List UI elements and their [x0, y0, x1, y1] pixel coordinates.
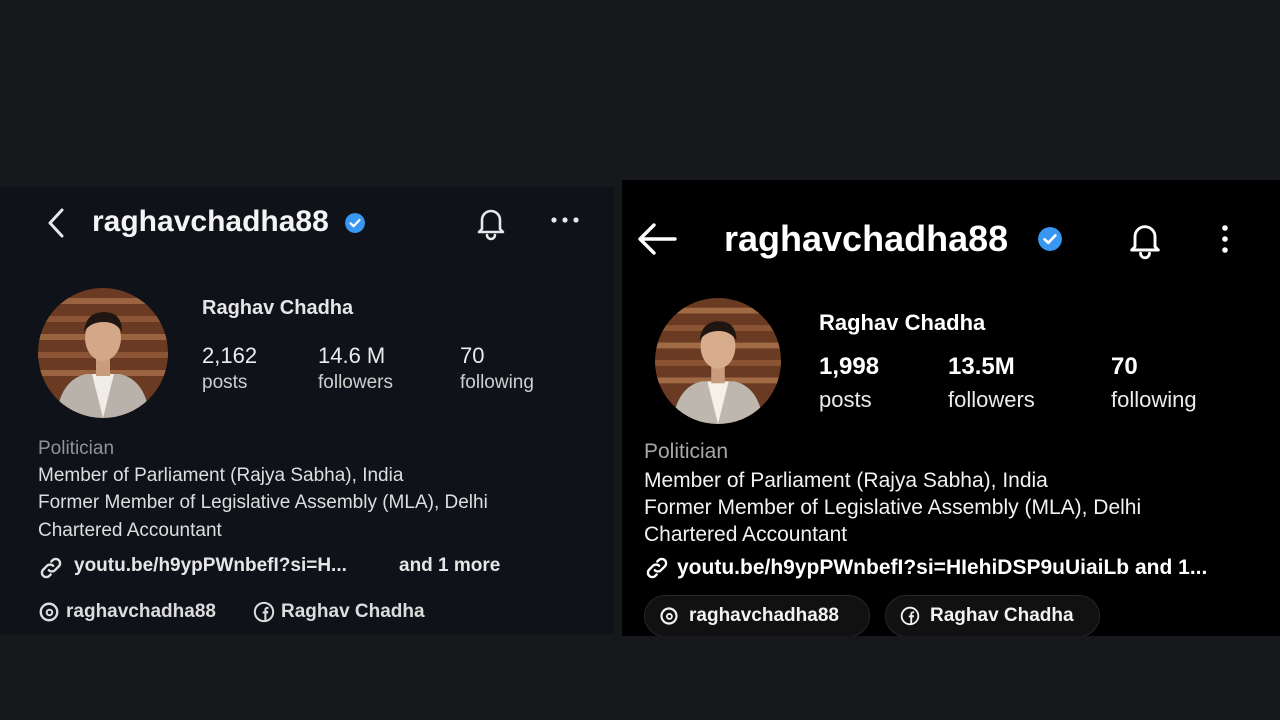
more-vertical-icon[interactable] [1218, 224, 1232, 254]
threads-link[interactable]: raghavchadha88 [66, 601, 216, 623]
facebook-chip[interactable]: Raghav Chadha [885, 595, 1100, 636]
bio-line: Former Member of Legislative Assembly (M… [644, 496, 1142, 519]
bell-icon[interactable] [474, 205, 508, 241]
bell-icon[interactable] [1126, 220, 1164, 260]
profile-username: raghavchadha88 [724, 218, 1009, 259]
following-count[interactable]: 70 [460, 343, 484, 369]
link-icon [646, 557, 668, 579]
bio-link-more[interactable]: and 1 more [399, 555, 500, 577]
facebook-icon [900, 606, 920, 626]
facebook-link[interactable]: Raghav Chadha [281, 601, 425, 623]
chevron-left-icon[interactable] [44, 207, 68, 239]
following-count[interactable]: 70 [1111, 353, 1138, 381]
profile-username: raghavchadha88 [92, 205, 329, 238]
profile-full-name: Raghav Chadha [819, 310, 986, 335]
followers-count[interactable]: 13.5M [948, 353, 1015, 381]
posts-label[interactable]: posts [819, 387, 872, 413]
facebook-icon [253, 601, 275, 623]
profile-full-name: Raghav Chadha [202, 297, 354, 319]
link-icon [40, 557, 62, 579]
right-profile-screenshot: raghavchadha88 Raghav Chadha 1,998 posts… [622, 180, 1280, 636]
threads-icon [660, 607, 678, 625]
bio-line: Chartered Accountant [644, 523, 848, 546]
profile-category: Politician [644, 440, 729, 463]
followers-label[interactable]: followers [948, 387, 1035, 413]
following-label[interactable]: following [460, 372, 534, 394]
posts-count[interactable]: 1,998 [819, 353, 879, 381]
followers-label[interactable]: followers [318, 372, 393, 394]
posts-count[interactable]: 2,162 [202, 343, 257, 369]
followers-count[interactable]: 14.6 M [318, 343, 385, 369]
threads-link[interactable]: raghavchadha88 [689, 605, 839, 627]
facebook-link[interactable]: Raghav Chadha [930, 605, 1074, 627]
threads-chip[interactable]: raghavchadha88 [644, 595, 870, 636]
posts-label[interactable]: posts [202, 372, 247, 394]
bio-line: Former Member of Legislative Assembly (M… [38, 492, 488, 513]
bio-line: Chartered Accountant [38, 520, 222, 541]
profile-avatar[interactable] [38, 288, 168, 418]
bio-link[interactable]: youtu.be/h9ypPWnbefI?si=H... [74, 555, 347, 577]
bio-line: Member of Parliament (Rajya Sabha), Indi… [38, 465, 404, 486]
more-horizontal-icon[interactable] [550, 215, 580, 225]
bio-line: Member of Parliament (Rajya Sabha), Indi… [644, 469, 1048, 492]
following-label[interactable]: following [1111, 387, 1197, 413]
bio-link[interactable]: youtu.be/h9ypPWnbefI?si=HIehiDSP9uUiaiLb… [677, 556, 1207, 580]
profile-avatar[interactable] [655, 298, 781, 424]
threads-icon [39, 602, 59, 622]
profile-category: Politician [38, 438, 115, 459]
left-profile-screenshot: raghavchadha88 Raghav Chadha 2,162 posts… [0, 187, 614, 634]
verified-badge-icon [1038, 227, 1062, 251]
arrow-left-icon[interactable] [636, 222, 678, 256]
verified-badge-icon [345, 213, 365, 233]
